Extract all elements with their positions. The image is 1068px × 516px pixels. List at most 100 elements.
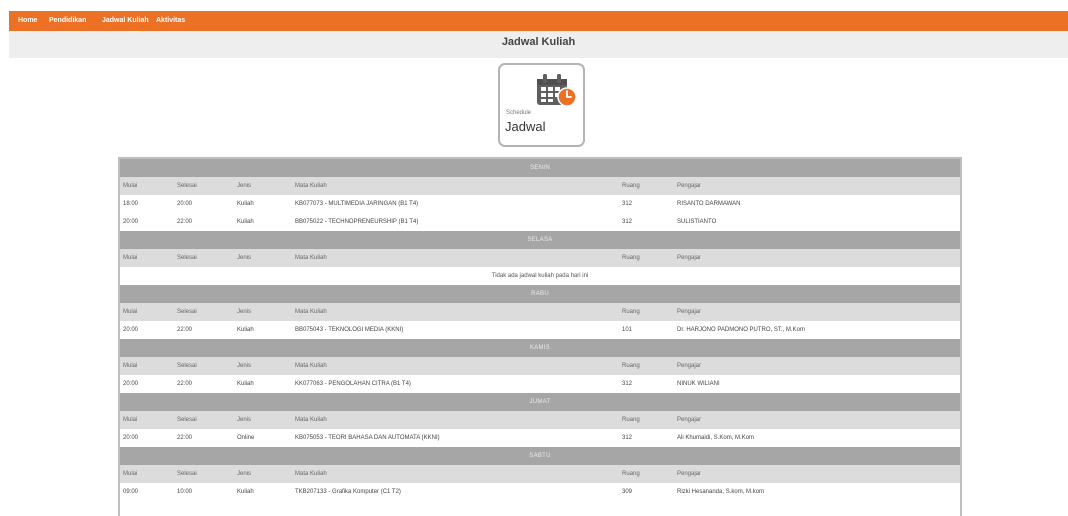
cell-mulai: 18:00 — [120, 195, 174, 213]
cell-jenis: Online — [234, 429, 292, 447]
cell-selesai: 20:00 — [174, 195, 234, 213]
column-header-pengajar: Pengajar — [674, 465, 960, 483]
column-header-jenis: Jenis — [234, 357, 292, 375]
cell-selesai: 22:00 — [174, 213, 234, 231]
column-header-ruang: Ruang — [619, 357, 674, 375]
cell-jenis: Kuliah — [234, 375, 292, 393]
day-header-row: SELASA — [120, 231, 960, 249]
nav-item-home[interactable]: Home — [18, 11, 37, 31]
cell-mulai: 20:00 — [120, 429, 174, 447]
cell-pengajar: Dr. HARJONO PADMONO PUTRO, ST., M.Kom — [674, 321, 960, 339]
day-header-row: SENIN — [120, 159, 960, 177]
top-navbar: Home Pendidikan Jadwal Kuliah Aktivitas — [9, 11, 1068, 31]
schedule-card[interactable]: Schedule Jadwal — [498, 63, 585, 147]
day-name: SENIN — [120, 159, 960, 177]
cell-ruang: 312 — [619, 195, 674, 213]
cell-jenis: Kuliah — [234, 321, 292, 339]
column-header-ruang: Ruang — [619, 411, 674, 429]
day-header-row: KAMIS — [120, 339, 960, 357]
column-header-selesai: Selesai — [174, 465, 234, 483]
column-header-pengajar: Pengajar — [674, 177, 960, 195]
nav-item-aktivitas[interactable]: Aktivitas — [156, 11, 185, 31]
column-header-jenis: Jenis — [234, 303, 292, 321]
column-header-selesai: Selesai — [174, 411, 234, 429]
page: Home Pendidikan Jadwal Kuliah Aktivitas … — [0, 0, 1068, 516]
column-header-jenis: Jenis — [234, 411, 292, 429]
table-row: 20:00 22:00 Kuliah BB075022 - TECHNOPRENEUR… — [120, 213, 960, 231]
cell-pengajar: RISANTO DARMAWAN — [674, 195, 960, 213]
schedule-table: SENIN Mulai Selesai Jenis Mata Kuliah Ruang Pe… — [120, 159, 960, 501]
column-header-ruang: Ruang — [619, 249, 674, 267]
column-header-ruang: Ruang — [619, 177, 674, 195]
page-title: Jadwal Kuliah — [9, 31, 1068, 58]
nav-item-jadwal-kuliah[interactable]: Jadwal Kuliah — [102, 11, 149, 31]
column-header-row: Mulai Selesai Jenis Mata Kuliah Ruang Pengaja… — [120, 357, 960, 375]
column-header-ruang: Ruang — [619, 465, 674, 483]
column-header-row: Mulai Selesai Jenis Mata Kuliah Ruang Pengaja… — [120, 303, 960, 321]
column-header-pengajar: Pengajar — [674, 249, 960, 267]
table-row: 20:00 22:00 Online KB075053 - TEORI BAHASA … — [120, 429, 960, 447]
column-header-jenis: Jenis — [234, 465, 292, 483]
table-row: 18:00 20:00 Kuliah KB077073 - MULTIMEDIA JA… — [120, 195, 960, 213]
column-header-mata-kuliah: Mata Kuliah — [292, 411, 619, 429]
column-header-row: Mulai Selesai Jenis Mata Kuliah Ruang Pengaja… — [120, 411, 960, 429]
empty-schedule-row: Tidak ada jadwal kuliah pada hari ini — [120, 267, 960, 285]
day-header-row: JUMAT — [120, 393, 960, 411]
column-header-selesai: Selesai — [174, 177, 234, 195]
cell-ruang: 312 — [619, 213, 674, 231]
column-header-selesai: Selesai — [174, 303, 234, 321]
cell-ruang: 312 — [619, 375, 674, 393]
column-header-row: Mulai Selesai Jenis Mata Kuliah Ruang Pengaja… — [120, 177, 960, 195]
column-header-pengajar: Pengajar — [674, 303, 960, 321]
column-header-selesai: Selesai — [174, 357, 234, 375]
column-header-mata-kuliah: Mata Kuliah — [292, 465, 619, 483]
column-header-mulai: Mulai — [120, 249, 174, 267]
cell-jenis: Kuliah — [234, 195, 292, 213]
cell-jenis: Kuliah — [234, 483, 292, 501]
column-header-mata-kuliah: Mata Kuliah — [292, 357, 619, 375]
cell-selesai: 22:00 — [174, 375, 234, 393]
column-header-selesai: Selesai — [174, 249, 234, 267]
nav-item-pendidikan[interactable]: Pendidikan — [49, 11, 86, 31]
cell-ruang: 101 — [619, 321, 674, 339]
column-header-mata-kuliah: Mata Kuliah — [292, 177, 619, 195]
column-header-mulai: Mulai — [120, 303, 174, 321]
column-header-mulai: Mulai — [120, 177, 174, 195]
column-header-mata-kuliah: Mata Kuliah — [292, 249, 619, 267]
cell-selesai: 10:00 — [174, 483, 234, 501]
column-header-row: Mulai Selesai Jenis Mata Kuliah Ruang Pengaja… — [120, 249, 960, 267]
day-header-row: RABU — [120, 285, 960, 303]
column-header-pengajar: Pengajar — [674, 411, 960, 429]
column-header-mulai: Mulai — [120, 465, 174, 483]
card-big-label: Jadwal — [505, 119, 546, 134]
cell-pengajar: NINUK WILIANI — [674, 375, 960, 393]
cell-ruang: 309 — [619, 483, 674, 501]
cell-mata-kuliah: KB075053 - TEORI BAHASA DAN AUTOMATA (KK… — [292, 429, 619, 447]
table-row: 09:00 10:00 Kuliah TKB207133 - Grafika Komp… — [120, 483, 960, 501]
table-row: 20:00 22:00 Kuliah BB075043 - TEKNOLOGI MED… — [120, 321, 960, 339]
column-header-mata-kuliah: Mata Kuliah — [292, 303, 619, 321]
cell-pengajar: Rizki Hesananda, S.kom, M.kom — [674, 483, 960, 501]
table-row: 20:00 22:00 Kuliah KK077063 - PENGOLAHAN CI… — [120, 375, 960, 393]
day-name: SABTU — [120, 447, 960, 465]
cell-mulai: 20:00 — [120, 321, 174, 339]
day-name: JUMAT — [120, 393, 960, 411]
empty-schedule-message: Tidak ada jadwal kuliah pada hari ini — [120, 267, 960, 285]
calendar-clock-icon — [537, 74, 577, 107]
column-header-row: Mulai Selesai Jenis Mata Kuliah Ruang Pengaja… — [120, 465, 960, 483]
column-header-ruang: Ruang — [619, 303, 674, 321]
column-header-mulai: Mulai — [120, 411, 174, 429]
column-header-mulai: Mulai — [120, 357, 174, 375]
cell-mata-kuliah: KB077073 - MULTIMEDIA JARINGAN (B1 T4) — [292, 195, 619, 213]
cell-selesai: 22:00 — [174, 321, 234, 339]
day-header-row: SABTU — [120, 447, 960, 465]
cell-pengajar: SULISTIANTO — [674, 213, 960, 231]
column-header-pengajar: Pengajar — [674, 357, 960, 375]
column-header-jenis: Jenis — [234, 177, 292, 195]
schedule-table-container: SENIN Mulai Selesai Jenis Mata Kuliah Ruang Pe… — [118, 157, 962, 516]
cell-mata-kuliah: BB075022 - TECHNOPRENEURSHIP (B1 T4) — [292, 213, 619, 231]
card-small-label: Schedule — [506, 110, 532, 116]
day-name: SELASA — [120, 231, 960, 249]
column-header-jenis: Jenis — [234, 249, 292, 267]
cell-mulai: 20:00 — [120, 213, 174, 231]
